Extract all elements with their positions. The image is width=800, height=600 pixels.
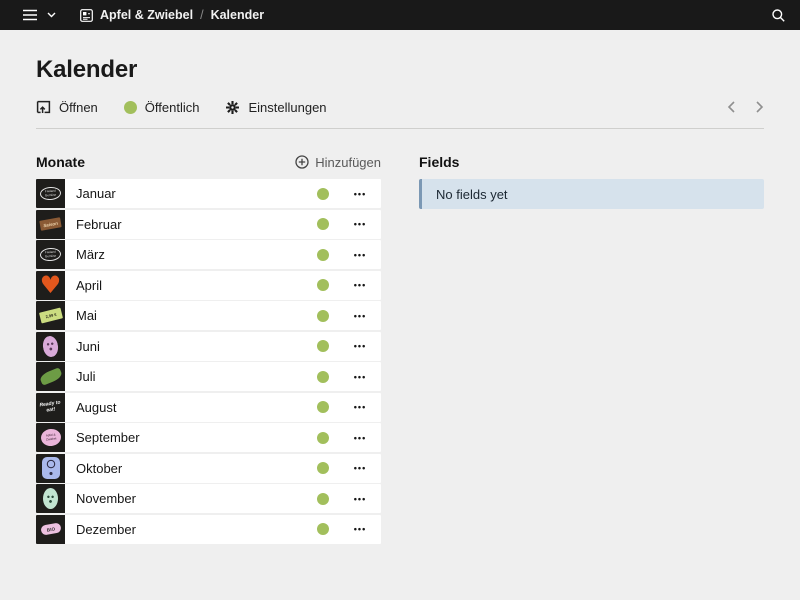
mint-face-sticker-thumbnail [36, 484, 65, 513]
status-dot[interactable] [317, 249, 329, 261]
options-button[interactable]: ••• [345, 402, 381, 412]
months-section-title: Monate [36, 154, 85, 170]
fields-section: Fields No fields yet [419, 154, 764, 545]
list-item[interactable]: Freiland Gemüse März ••• [36, 240, 381, 269]
month-label: April [76, 278, 317, 293]
month-label: Mai [76, 308, 317, 323]
options-button[interactable]: ••• [345, 433, 381, 443]
search-icon [771, 8, 786, 23]
list-item[interactable]: Juni ••• [36, 332, 381, 361]
chevron-right-icon[interactable] [755, 101, 764, 113]
options-button[interactable]: ••• [345, 189, 381, 199]
list-item[interactable]: ♥ April ••• [36, 271, 381, 300]
fields-section-title: Fields [419, 154, 459, 170]
breadcrumb: Apfel & Zwiebel / Kalender [80, 8, 264, 22]
bio-badge-thumbnail: BIO [36, 515, 65, 544]
settings-button[interactable]: Einstellungen [225, 100, 326, 115]
open-label: Öffnen [59, 100, 98, 115]
month-label: Juni [76, 339, 317, 354]
chevron-down-icon [47, 12, 56, 18]
circled-plus-icon [295, 155, 309, 169]
freiland-gemuese-badge-thumbnail: Freiland Gemüse [36, 179, 65, 208]
list-item[interactable]: Apfel & Zwiebel September ••• [36, 423, 381, 452]
page-title: Kalender [36, 57, 764, 83]
list-item[interactable]: November ••• [36, 484, 381, 513]
page-icon [80, 9, 93, 22]
menu-button[interactable] [22, 9, 56, 21]
status-dot-icon [124, 101, 137, 114]
price-tag-sticker-thumbnail: 2,99 € [36, 301, 65, 330]
month-label: Dezember [76, 522, 317, 537]
options-button[interactable]: ••• [345, 463, 381, 473]
list-item[interactable]: BIO Dezember ••• [36, 515, 381, 544]
toolbar: Öffnen Öffentlich Einstellungen [36, 98, 764, 116]
apfel-zwiebel-sticker-thumbnail: Apfel & Zwiebel [36, 423, 65, 452]
month-label: Januar [76, 186, 317, 201]
status-dot[interactable] [317, 279, 329, 291]
status-dot[interactable] [317, 493, 329, 505]
settings-label: Einstellungen [248, 100, 326, 115]
list-item[interactable]: Juli ••• [36, 362, 381, 391]
search-button[interactable] [771, 8, 786, 23]
breadcrumb-page[interactable]: Kalender [211, 8, 265, 22]
list-item[interactable]: Ready to eat! August ••• [36, 393, 381, 422]
list-item[interactable]: Saison Februar ••• [36, 210, 381, 239]
add-label: Hinzufügen [315, 155, 381, 170]
options-button[interactable]: ••• [345, 341, 381, 351]
month-label: August [76, 400, 317, 415]
status-dot[interactable] [317, 432, 329, 444]
open-button[interactable]: Öffnen [36, 100, 98, 115]
saison-sticker-thumbnail: Saison [36, 210, 65, 239]
harvest-doodle-sticker-thumbnail [36, 454, 65, 483]
options-button[interactable]: ••• [345, 372, 381, 382]
options-button[interactable]: ••• [345, 524, 381, 534]
options-button[interactable]: ••• [345, 280, 381, 290]
month-label: September [76, 430, 317, 445]
breadcrumb-separator: / [200, 8, 203, 22]
topbar: Apfel & Zwiebel / Kalender [0, 0, 800, 30]
month-label: Februar [76, 217, 317, 232]
pager [727, 101, 764, 113]
empty-fields-notice: No fields yet [419, 179, 764, 209]
empty-fields-message: No fields yet [436, 187, 508, 202]
open-window-icon [36, 100, 51, 114]
status-dot[interactable] [317, 340, 329, 352]
options-button[interactable]: ••• [345, 494, 381, 504]
heart-sticker-thumbnail: ♥ [36, 271, 65, 300]
options-button[interactable]: ••• [345, 311, 381, 321]
pink-face-sticker-thumbnail [36, 332, 65, 361]
options-button[interactable]: ••• [345, 250, 381, 260]
month-label: Juli [76, 369, 317, 384]
freiland-gemuese-badge-thumbnail: Freiland Gemüse [36, 240, 65, 269]
status-dot[interactable] [317, 310, 329, 322]
month-label: März [76, 247, 317, 262]
status-button[interactable]: Öffentlich [124, 100, 200, 115]
add-button[interactable]: Hinzufügen [295, 155, 381, 170]
divider [36, 128, 764, 129]
months-section: Monate Hinzufügen Freiland Gemüse Januar •… [36, 154, 381, 545]
status-label: Öffentlich [145, 100, 200, 115]
chevron-left-icon[interactable] [727, 101, 736, 113]
gear-icon [225, 100, 240, 115]
month-label: November [76, 491, 317, 506]
status-dot[interactable] [317, 462, 329, 474]
status-dot[interactable] [317, 218, 329, 230]
ready-to-eat-sticker-thumbnail: Ready to eat! [36, 393, 65, 422]
status-dot[interactable] [317, 188, 329, 200]
main-content: Kalender Öffnen Öffentlich Einstellungen [0, 57, 800, 545]
status-dot[interactable] [317, 371, 329, 383]
leaf-sticker-thumbnail [36, 362, 65, 391]
list-item[interactable]: Oktober ••• [36, 454, 381, 483]
breadcrumb-site[interactable]: Apfel & Zwiebel [100, 8, 193, 22]
status-dot[interactable] [317, 523, 329, 535]
status-dot[interactable] [317, 401, 329, 413]
list-item[interactable]: 2,99 € Mai ••• [36, 301, 381, 330]
list-item[interactable]: Freiland Gemüse Januar ••• [36, 179, 381, 208]
options-button[interactable]: ••• [345, 219, 381, 229]
months-list: Freiland Gemüse Januar ••• Saison Februar •••… [36, 179, 381, 544]
hamburger-icon [22, 9, 38, 21]
month-label: Oktober [76, 461, 317, 476]
